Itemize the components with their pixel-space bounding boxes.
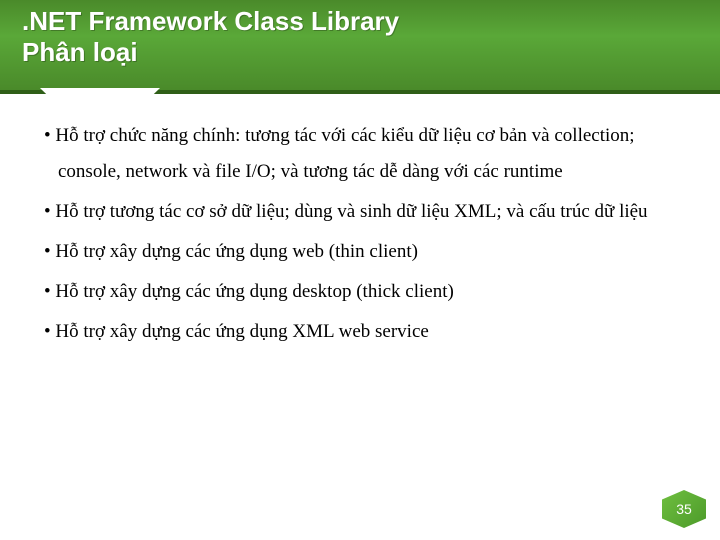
bullet-item: Hỗ trợ tương tác cơ sở dữ liệu; dùng và … — [44, 194, 680, 230]
bullet-item: Hỗ trợ xây dựng các ứng dụng desktop (th… — [44, 274, 680, 310]
page-number-badge: 35 — [662, 490, 706, 528]
bullet-text: Hỗ trợ xây dựng các ứng dụng web (thin c… — [55, 241, 418, 262]
title-line-2: Phân loại — [22, 37, 590, 68]
header-tab-decoration — [40, 88, 160, 102]
bullet-item: Hỗ trợ xây dựng các ứng dụng XML web ser… — [44, 314, 680, 350]
title-line-1: .NET Framework Class Library — [22, 6, 590, 37]
bullet-item: Hỗ trợ chức năng chính: tương tác với cá… — [44, 118, 680, 190]
slide-header: .NET Framework Class Library Phân loại — [0, 0, 720, 94]
content-area: Hỗ trợ chức năng chính: tương tác với cá… — [44, 118, 680, 355]
page-number: 35 — [676, 501, 692, 517]
bullet-item: Hỗ trợ xây dựng các ứng dụng web (thin c… — [44, 234, 680, 270]
bullet-text: Hỗ trợ xây dựng các ứng dụng desktop (th… — [55, 281, 453, 302]
bullet-text: Hỗ trợ chức năng chính: tương tác với cá… — [55, 125, 634, 182]
title-block: .NET Framework Class Library Phân loại — [16, 0, 596, 75]
bullet-text: Hỗ trợ xây dựng các ứng dụng XML web ser… — [55, 321, 428, 342]
bullet-text: Hỗ trợ tương tác cơ sở dữ liệu; dùng và … — [55, 201, 647, 222]
